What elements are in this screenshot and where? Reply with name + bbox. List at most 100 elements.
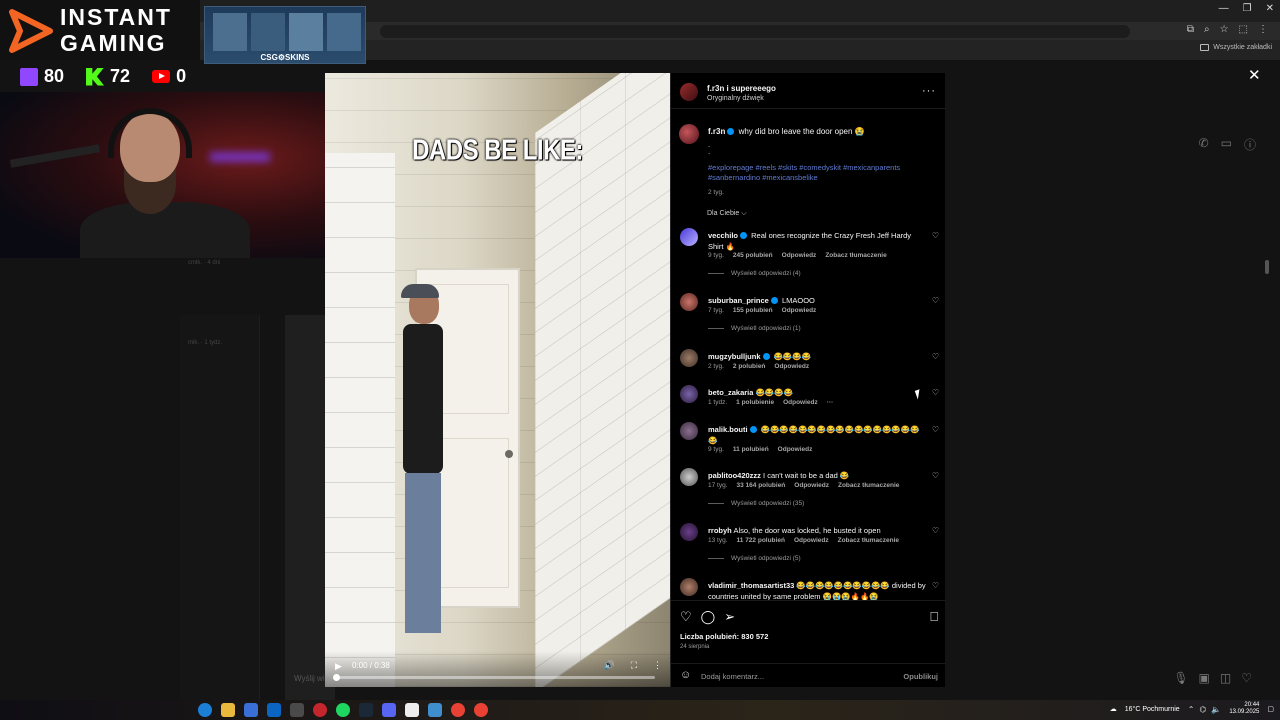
more-options-icon[interactable]: ⋮ <box>653 660 662 671</box>
message-placeholder[interactable]: Wyślij wi <box>294 674 325 683</box>
comment-user[interactable]: vladimir_thomasartist33 <box>708 581 794 590</box>
extensions-icon[interactable]: ⬚ <box>1239 24 1248 35</box>
translate-button[interactable]: Zobacz tłumaczenie <box>838 537 899 544</box>
weather-label[interactable]: 16°C Pochmurnie <box>1125 706 1180 713</box>
commenter-avatar[interactable] <box>680 228 698 246</box>
spotify-icon[interactable] <box>336 703 350 717</box>
comment-options-icon[interactable]: ··· <box>827 399 834 406</box>
comment-input[interactable]: Dodaj komentarz... <box>701 672 764 681</box>
like-comment-icon[interactable]: ♡ <box>932 581 939 590</box>
caption-user[interactable]: f.r3n <box>708 127 725 136</box>
video-progress-thumb[interactable] <box>333 674 340 681</box>
info-icon[interactable]: ⓘ <box>1244 136 1256 153</box>
reply-button[interactable]: Odpowiedz <box>794 537 829 544</box>
chevron-up-icon[interactable]: ⌃ <box>1188 705 1195 714</box>
view-replies[interactable]: Wyświetl odpowiedzi (35) <box>708 500 804 507</box>
comment-user[interactable]: suburban_prince <box>708 296 769 305</box>
comment-user[interactable]: vecchilo <box>708 231 738 240</box>
view-replies[interactable]: Wyświetl odpowiedzi (5) <box>708 555 801 562</box>
comment-user[interactable]: pablitoo420zzz <box>708 471 761 480</box>
like-comment-icon[interactable]: ♡ <box>932 352 939 361</box>
comment-icon[interactable]: ◯ <box>701 609 716 625</box>
chrome-icon[interactable] <box>474 703 488 717</box>
comment-likes[interactable]: 245 polubień <box>733 252 773 259</box>
video-call-icon[interactable]: ▭ <box>1221 136 1232 153</box>
share-icon[interactable]: ➢ <box>724 609 735 625</box>
reply-button[interactable]: Odpowiedz <box>794 482 829 489</box>
view-replies[interactable]: Wyświetl odpowiedzi (4) <box>708 270 801 277</box>
store-icon[interactable] <box>244 703 258 717</box>
commenter-avatar[interactable] <box>680 578 698 596</box>
commenter-avatar[interactable] <box>680 523 698 541</box>
play-icon[interactable]: ▶ <box>335 661 342 672</box>
like-comment-icon[interactable]: ♡ <box>932 425 939 434</box>
view-replies[interactable]: Wyświetl odpowiedzi (1) <box>708 325 801 332</box>
comment-likes[interactable]: 2 polubień <box>733 363 766 370</box>
comment-likes[interactable]: 11 polubień <box>733 446 769 453</box>
steam-icon[interactable] <box>359 703 373 717</box>
commenter-avatar[interactable] <box>680 349 698 367</box>
close-icon[interactable]: ✕ <box>1248 66 1261 84</box>
caption-hashtags[interactable]: #explorepage #reels #skits #comedyskit #… <box>708 163 928 183</box>
cast-icon[interactable]: ⧉ <box>1187 24 1194 35</box>
caption-avatar[interactable] <box>679 124 699 144</box>
taskbar-clock[interactable]: 20:44 13.09.2025 <box>1229 702 1259 716</box>
sticker-icon[interactable]: ◫ <box>1220 671 1231 685</box>
zoom-icon[interactable]: ⌕ <box>1204 24 1210 35</box>
like-comment-icon[interactable]: ♡ <box>932 231 939 240</box>
image-icon[interactable]: ▣ <box>1199 671 1210 685</box>
minimize-button[interactable]: — <box>1219 3 1229 14</box>
chrome-icon[interactable] <box>451 703 465 717</box>
emoji-icon[interactable]: ☺ <box>680 669 691 681</box>
comment-user[interactable]: malik.bouti <box>708 425 748 434</box>
comment-likes[interactable]: 11 722 polubień <box>737 537 785 544</box>
likes-count[interactable]: Liczba polubień: 830 572 <box>680 632 768 641</box>
commenter-avatar[interactable] <box>680 468 698 486</box>
more-icon[interactable]: ··· <box>922 85 936 97</box>
edge-icon[interactable] <box>198 703 212 717</box>
fullscreen-icon[interactable]: ⛶ <box>631 660 637 671</box>
heart-icon[interactable]: ♡ <box>1241 671 1252 685</box>
address-bar[interactable] <box>380 25 1130 38</box>
reply-button[interactable]: Odpowiedz <box>774 363 809 370</box>
volume-tray-icon[interactable]: 🔈 <box>1211 705 1221 714</box>
audio-label[interactable]: Oryginalny dźwięk <box>707 95 764 102</box>
reply-button[interactable]: Odpowiedz <box>778 446 813 453</box>
volume-icon[interactable]: 🔊 <box>603 660 614 671</box>
app-icon[interactable] <box>290 703 304 717</box>
comment-user[interactable]: beto_zakaria <box>708 388 753 397</box>
comment-user[interactable]: mugzybulljunk <box>708 352 761 361</box>
reel-video[interactable]: DADS BE LIKE: ▶ 0:00 / 0:38 🔊 ⛶ ⋮ <box>325 73 670 687</box>
reply-button[interactable]: Odpowiedz <box>782 307 817 314</box>
menu-icon[interactable]: ⋮ <box>1258 24 1268 35</box>
mic-icon[interactable]: 🎙 <box>1173 671 1188 685</box>
like-comment-icon[interactable]: ♡ <box>932 471 939 480</box>
translate-button[interactable]: Zobacz tłumaczenie <box>838 482 899 489</box>
bookmark-icon[interactable]: ⎕ <box>930 609 938 625</box>
like-comment-icon[interactable]: ♡ <box>932 296 939 305</box>
post-comment-button[interactable]: Opublikuj <box>903 672 938 681</box>
like-comment-icon[interactable]: ♡ <box>932 388 939 397</box>
notepad-icon[interactable] <box>405 703 419 717</box>
comment-likes[interactable]: 155 polubień <box>733 307 773 314</box>
commenter-avatar[interactable] <box>680 293 698 311</box>
comments-scroll[interactable]: f.r3n why did bro leave the door open 😭 … <box>671 110 946 600</box>
like-icon[interactable]: ♡ <box>680 609 692 625</box>
obs-icon[interactable] <box>313 703 327 717</box>
discord-icon[interactable] <box>382 703 396 717</box>
comment-likes[interactable]: 1 polubienie <box>736 399 774 406</box>
reply-button[interactable]: Odpowiedz <box>782 252 817 259</box>
comment-likes[interactable]: 33 164 polubień <box>737 482 786 489</box>
star-icon[interactable]: ☆ <box>1220 24 1229 35</box>
close-window-button[interactable]: ✕ <box>1266 3 1274 14</box>
phone-icon[interactable]: ✆ <box>1199 136 1209 153</box>
commenter-avatar[interactable] <box>680 422 698 440</box>
reply-button[interactable]: Odpowiedz <box>783 399 818 406</box>
like-comment-icon[interactable]: ♡ <box>932 526 939 535</box>
outlook-icon[interactable] <box>267 703 281 717</box>
maximize-button[interactable]: ❐ <box>1243 3 1252 14</box>
post-author[interactable]: f.r3n i supereeego <box>707 84 776 93</box>
commenter-avatar[interactable] <box>680 385 698 403</box>
app-icon[interactable] <box>428 703 442 717</box>
translate-button[interactable]: Zobacz tłumaczenie <box>825 252 886 259</box>
